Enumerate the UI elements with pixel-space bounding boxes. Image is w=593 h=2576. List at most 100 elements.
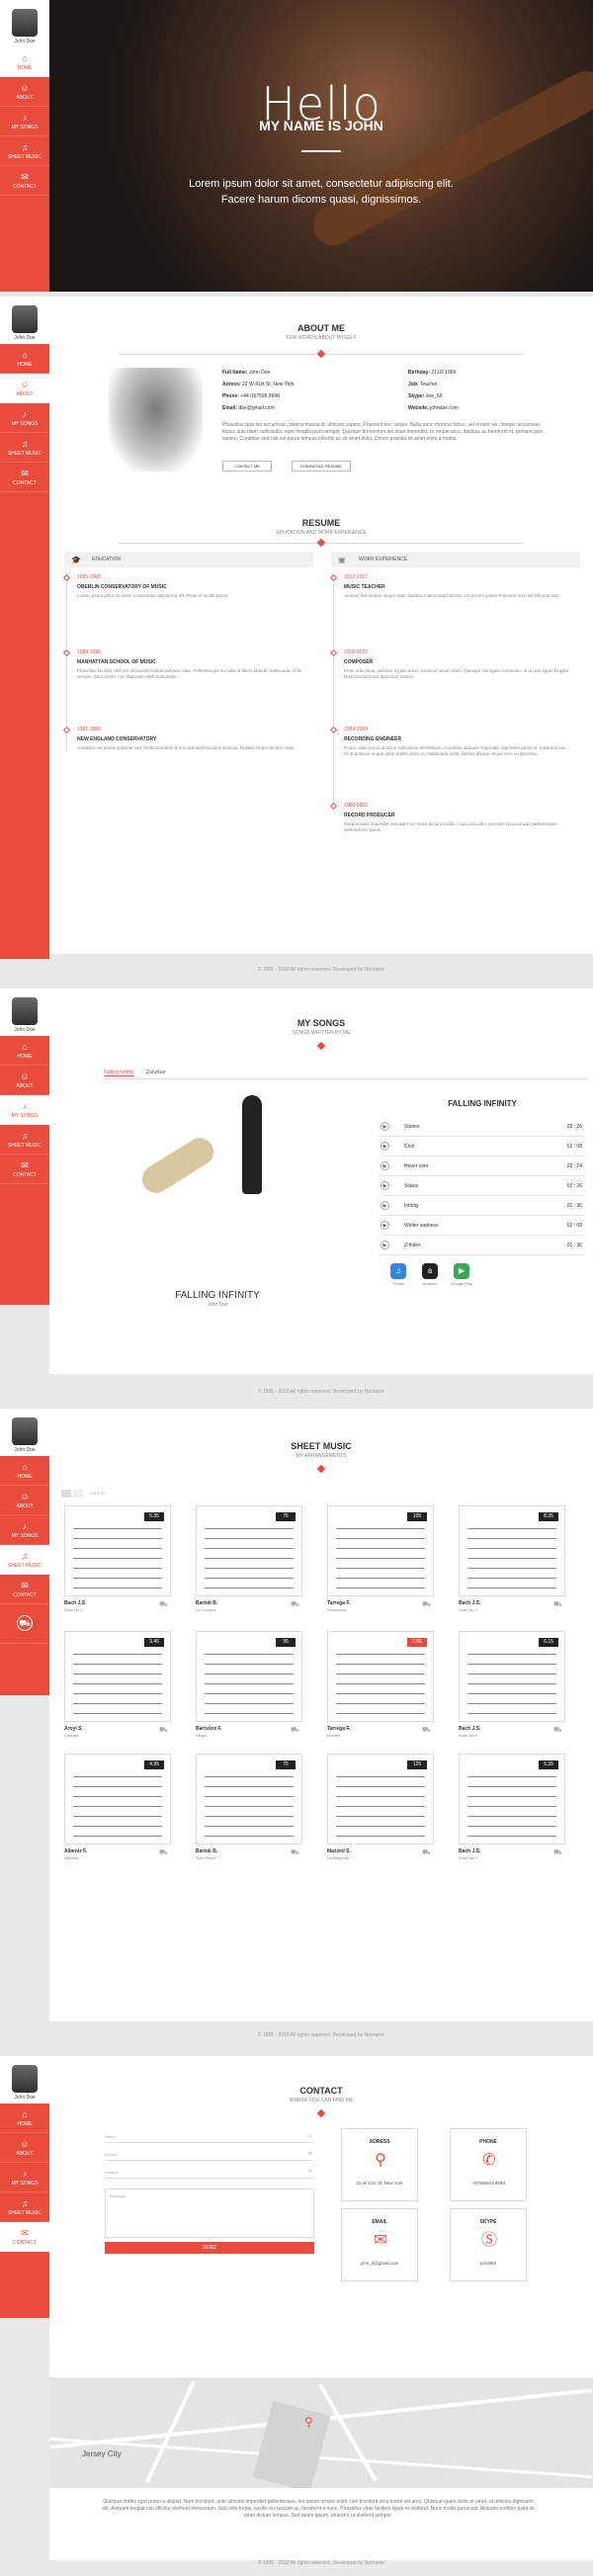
- cart-icon[interactable]: ⛟: [159, 1600, 168, 1609]
- nav-contact[interactable]: ✉ CONTACT: [0, 2222, 49, 2252]
- sort-label[interactable]: SORT BY: [89, 1491, 106, 1496]
- nav-home[interactable]: ⌂ HOME: [0, 1456, 49, 1486]
- sheet-card[interactable]: 125: [327, 1754, 434, 1845]
- cart-icon[interactable]: ⛟: [422, 1600, 431, 1609]
- track-row[interactable]: ▶ Z-index 01 : 36: [379, 1236, 586, 1255]
- tab-falling-infinity[interactable]: Falling Infinity: [104, 1070, 134, 1076]
- nav-about[interactable]: ☺ ABOUT: [0, 1066, 49, 1095]
- nav-home[interactable]: ⌂ HOME: [0, 1036, 49, 1066]
- play-icon[interactable]: ▶: [381, 1122, 389, 1131]
- sheet-card[interactable]: 105: [327, 1505, 434, 1596]
- cart-icon[interactable]: ⛟: [553, 1600, 562, 1609]
- sheet-title[interactable]: Albeniz F.: [64, 1848, 87, 1854]
- download-resume-button[interactable]: DOWNLOAD RESUME: [292, 461, 351, 472]
- send-button[interactable]: SEND: [105, 2242, 314, 2254]
- grid-view-icon[interactable]: [61, 1490, 71, 1498]
- email-input[interactable]: E-mail ✉: [105, 2148, 314, 2161]
- nav-home[interactable]: ⌂ HOME: [0, 47, 49, 77]
- sheet-card[interactable]: 3.45: [64, 1631, 171, 1722]
- message-textarea[interactable]: Message: [105, 2189, 314, 2238]
- sheet-title[interactable]: Aroyi S.: [64, 1726, 83, 1732]
- nav-songs[interactable]: ♪ MY SONGS: [0, 2163, 49, 2192]
- nav-songs[interactable]: ♪ MY SONGS: [0, 1095, 49, 1125]
- track-row[interactable]: ▶ Infinity 01 : 36: [379, 1196, 586, 1216]
- nav-sheet-music[interactable]: ♫ SHEET MUSIC: [0, 1545, 49, 1575]
- map-pin-icon[interactable]: ⚲: [304, 2415, 313, 2429]
- timeline-line: [333, 578, 334, 811]
- nav-contact[interactable]: ✉ CONTACT: [0, 1155, 49, 1184]
- sheet-title[interactable]: Bartok B.: [196, 1600, 217, 1606]
- nav-about[interactable]: ☺ ABOUT: [0, 1486, 49, 1515]
- play-icon[interactable]: ▶: [381, 1161, 389, 1170]
- contact-me-button[interactable]: CONTACT ME: [222, 461, 272, 472]
- cart-icon[interactable]: ⛟: [291, 1600, 299, 1609]
- sheet-card[interactable]: 95: [196, 1631, 302, 1722]
- play-icon[interactable]: ▶: [381, 1181, 389, 1190]
- nav-about[interactable]: ☺ ABOUT: [0, 374, 49, 403]
- sheet-card[interactable]: 5.35: [64, 1505, 171, 1596]
- play-icon[interactable]: ▶: [381, 1201, 389, 1210]
- sheet-card[interactable]: 75: [196, 1754, 302, 1845]
- sheet-title[interactable]: Bach J.S.: [459, 1726, 481, 1732]
- play-icon[interactable]: ▶: [381, 1241, 389, 1249]
- sheet-title[interactable]: Bach J.S.: [459, 1848, 481, 1854]
- nav-songs[interactable]: ♪ MY SONGS: [0, 403, 49, 433]
- cart-icon[interactable]: ⛟: [291, 1848, 299, 1857]
- nav-songs[interactable]: ♪ MY SONGS: [0, 1515, 49, 1545]
- track-row[interactable]: ▶ Winter sadness 02 : 08: [379, 1216, 586, 1236]
- sheet-card[interactable]: 75: [196, 1505, 302, 1596]
- nav-home[interactable]: ⌂ HOME: [0, 2104, 49, 2133]
- sheet-title[interactable]: Tarrega F.: [327, 1600, 350, 1606]
- track-name: Z-index: [404, 1243, 421, 1248]
- sheet-card[interactable]: 5.35: [459, 1754, 565, 1845]
- sheet-title[interactable]: Bach J.S.: [459, 1600, 481, 1606]
- nav-sheet-music[interactable]: ♫ SHEET MUSIC: [0, 2192, 49, 2222]
- nav-about[interactable]: ☺ ABOUT: [0, 2133, 49, 2163]
- sheet-card[interactable]: 2.55: [327, 1631, 434, 1722]
- cart-icon[interactable]: ⛟: [422, 1726, 431, 1735]
- track-row[interactable]: ▶ Hover over 02 : 24: [379, 1157, 586, 1176]
- tab-zanzibar[interactable]: Zanzibar: [146, 1070, 165, 1075]
- track-row[interactable]: ▶ Stories 02 : 26: [379, 1117, 586, 1137]
- subject-input[interactable]: Subject ✎: [105, 2166, 314, 2179]
- sheet-title[interactable]: Bartok B.: [196, 1848, 217, 1854]
- sheet-title[interactable]: Mazzini S.: [327, 1848, 351, 1854]
- map[interactable]: Jersey City ⚲: [49, 2377, 593, 2488]
- nav-about[interactable]: ☺ ABOUT: [0, 77, 49, 107]
- sheet-title[interactable]: Tarrega F.: [327, 1726, 350, 1732]
- staff-line: [467, 1713, 556, 1714]
- nav-label: HOME: [17, 361, 33, 368]
- cart-icon[interactable]: ⛟: [291, 1726, 299, 1735]
- cart-icon[interactable]: ⛟: [159, 1848, 168, 1857]
- cart-icon[interactable]: ⛟: [553, 1848, 562, 1857]
- cart-button[interactable]: ⛟: [0, 1604, 49, 1644]
- nav-contact[interactable]: ✉ CONTACT: [0, 166, 49, 196]
- sheet-title[interactable]: Bach J.S.: [64, 1600, 87, 1606]
- play-icon[interactable]: ▶: [381, 1221, 389, 1230]
- nav-sheet-music[interactable]: ♫ SHEET MUSIC: [0, 136, 49, 166]
- google-play-icon[interactable]: ▶: [454, 1263, 469, 1279]
- nav-home[interactable]: ⌂ HOME: [0, 344, 49, 374]
- amazon-icon[interactable]: a: [422, 1263, 438, 1279]
- nav-contact[interactable]: ✉ CONTACT: [0, 463, 49, 492]
- sheet-card[interactable]: 4.95: [64, 1754, 171, 1845]
- sheet-card[interactable]: 6.15: [459, 1631, 565, 1722]
- cart-icon[interactable]: ⛟: [422, 1848, 431, 1857]
- timeline-title: MANHATTAN SCHOOL OF MUSIC: [77, 659, 156, 665]
- track-row[interactable]: ▶ Status 02 : 26: [379, 1176, 586, 1196]
- store-label: iTunes: [392, 1281, 404, 1286]
- cart-icon[interactable]: ⛟: [159, 1726, 168, 1735]
- play-icon[interactable]: ▶: [381, 1142, 389, 1151]
- cart-icon[interactable]: ⛟: [553, 1726, 562, 1735]
- name-input[interactable]: Name ☺: [105, 2130, 314, 2143]
- nav-songs[interactable]: ♪ MY SONGS: [0, 107, 49, 136]
- itunes-icon[interactable]: ♫: [390, 1263, 406, 1279]
- list-view-icon[interactable]: [73, 1490, 83, 1498]
- sheet-card[interactable]: 8.35: [459, 1505, 565, 1596]
- track-row[interactable]: ▶ Cool 02 : 08: [379, 1137, 586, 1157]
- nav-sheet-music[interactable]: ♫ SHEET MUSIC: [0, 433, 49, 463]
- nav-contact[interactable]: ✉ CONTACT: [0, 1575, 49, 1604]
- sheet-title[interactable]: Barcelos F.: [196, 1726, 221, 1732]
- nav-sheet-music[interactable]: ♫ SHEET MUSIC: [0, 1125, 49, 1155]
- staff-line: [336, 1796, 425, 1797]
